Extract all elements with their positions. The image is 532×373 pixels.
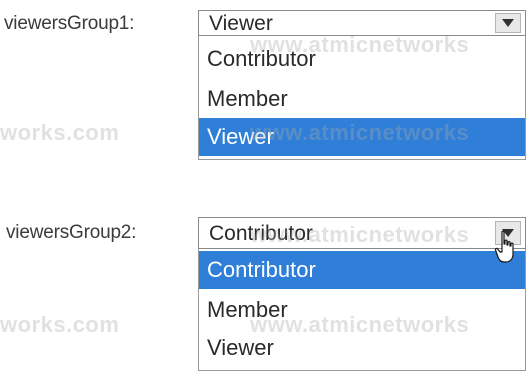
chevron-down-icon xyxy=(502,19,514,27)
option-contributor[interactable]: Contributor xyxy=(199,40,525,78)
hand-pointer-icon xyxy=(494,230,514,263)
viewers-group-2-label: viewersGroup2: xyxy=(6,222,137,243)
option-member[interactable]: Member xyxy=(199,80,525,118)
viewers-group-2-options: Contributor Member Viewer xyxy=(198,249,526,371)
viewers-group-1-selected-value: Viewer xyxy=(209,12,273,35)
option-viewer[interactable]: Viewer xyxy=(199,118,525,156)
viewers-group-1-options: Contributor Member Viewer xyxy=(198,36,526,160)
option-contributor[interactable]: Contributor xyxy=(199,251,525,289)
viewers-group-1-dropdown-button[interactable] xyxy=(495,13,521,33)
viewers-group-2-selected-value: Contributor xyxy=(209,222,313,245)
viewers-group-2-select[interactable]: Contributor xyxy=(198,217,526,249)
viewers-group-1-label: viewersGroup1: xyxy=(4,13,135,34)
option-member[interactable]: Member xyxy=(199,291,525,329)
watermark-text: works.com xyxy=(0,312,120,337)
viewers-group-1-select[interactable]: Viewer xyxy=(198,10,526,36)
option-viewer[interactable]: Viewer xyxy=(199,329,525,367)
watermark-text: works.com xyxy=(0,120,120,145)
